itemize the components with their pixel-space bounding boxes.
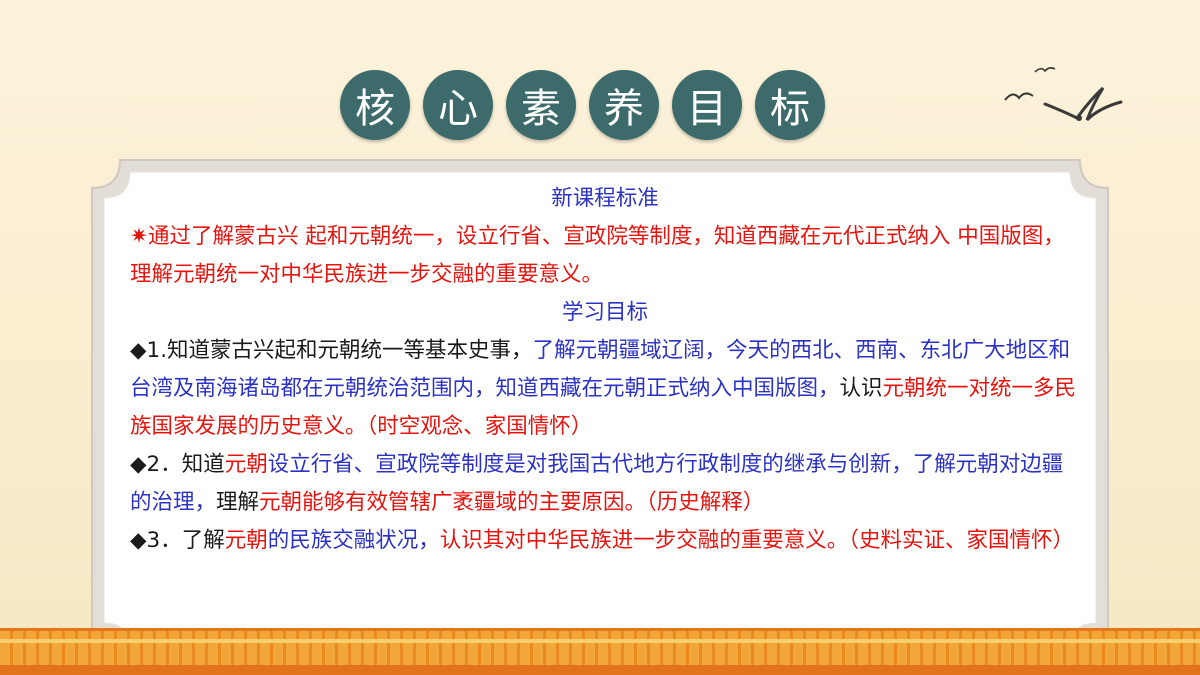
title-char-2: 心 xyxy=(423,70,493,140)
star-bullet-icon: ✷ xyxy=(130,224,149,249)
objective-1-segment: 1.知道蒙古兴起和元朝统一等基本史事， xyxy=(146,338,533,363)
objective-2-segment: 2．知道 xyxy=(146,452,225,477)
objective-item-1: ◆1.知道蒙古兴起和元朝统一等基本史事，了解元朝疆域辽阔，今天的西北、西南、东北… xyxy=(130,332,1080,446)
content-frame: 新课程标准 ✷通过了解蒙古兴 起和元朝统一，设立行省、宣政院等制度，知道西藏在元… xyxy=(80,148,1120,673)
section-heading-standard: 新课程标准 xyxy=(551,186,659,211)
title-char-1: 核 xyxy=(340,70,410,140)
objective-item-3: ◆3．了解元朝的民族交融状况，认识其对中华民族进一步交融的重要意义。（史料实证、… xyxy=(130,522,1080,560)
title-char-4: 养 xyxy=(589,70,659,140)
objective-item-2: ◆2．知道元朝设立行省、宣政院等制度是对我国古代地方行政制度的继承与创新，了解元… xyxy=(130,446,1080,522)
standard-paragraph: ✷通过了解蒙古兴 起和元朝统一，设立行省、宣政院等制度，知道西藏在元代正式纳入 … xyxy=(130,218,1080,294)
objective-3-segment: 3．了解 xyxy=(146,528,225,553)
section-heading-objectives: 学习目标 xyxy=(561,300,648,325)
title-char-6: 标 xyxy=(755,70,825,140)
title-char-3: 素 xyxy=(506,70,576,140)
title-row: 核 心 素 养 目 标 xyxy=(340,70,840,140)
standard-text: 通过了解蒙古兴 起和元朝统一，设立行省、宣政院等制度，知道西藏在元代正式纳入 中… xyxy=(130,224,1065,287)
objective-1-segment: 认识 xyxy=(839,376,883,401)
birds-icon xyxy=(1004,67,1123,122)
diamond-bullet-icon: ◆ xyxy=(130,528,147,553)
objective-3-segment: 的民族交融状况， xyxy=(267,528,440,553)
frame-content: 新课程标准 ✷通过了解蒙古兴 起和元朝统一，设立行省、宣政院等制度，知道西藏在元… xyxy=(130,180,1080,560)
objective-2-segment: 元朝 xyxy=(224,452,268,477)
objective-2-segment: 理解 xyxy=(216,490,260,515)
objective-3-segment: 元朝 xyxy=(224,528,268,553)
objective-2-segment: 元朝能够有效管辖广袤疆域的主要原因。（历史解释） xyxy=(259,490,765,515)
title-char-5: 目 xyxy=(672,70,742,140)
diamond-bullet-icon: ◆ xyxy=(130,338,147,363)
objective-3-segment: 认识其对中华民族进一步交融的重要意义。（史料实证、家国情怀） xyxy=(439,528,1075,553)
decorative-bottom-band xyxy=(0,628,1200,675)
diamond-bullet-icon: ◆ xyxy=(130,452,147,477)
